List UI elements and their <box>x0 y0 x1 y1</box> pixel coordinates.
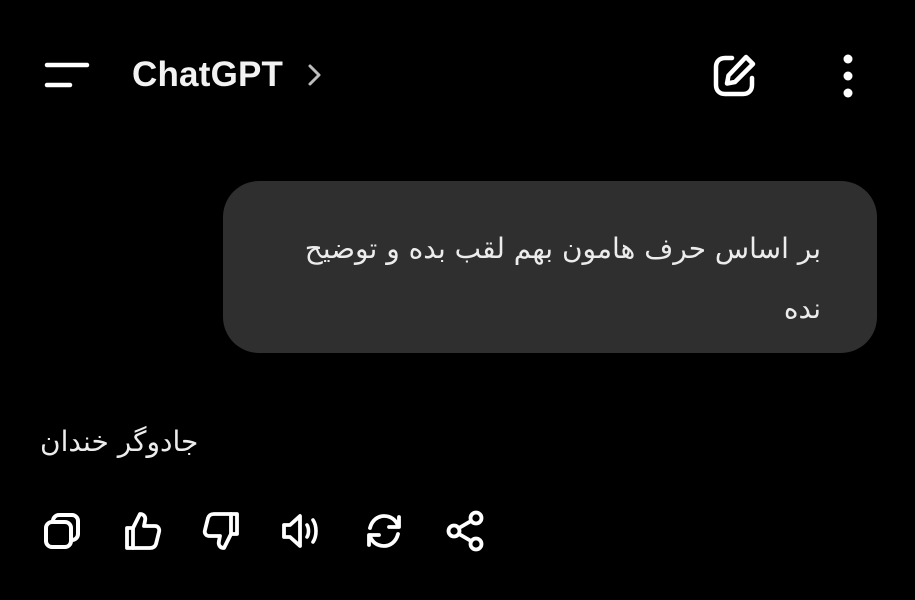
read-aloud-icon <box>282 514 318 548</box>
app-title: ChatGPT <box>132 55 284 94</box>
copy-button[interactable] <box>38 505 86 557</box>
user-message-text: بر اساس حرف هامون بهم لقب بده و توضیح ند… <box>304 232 821 325</box>
user-message-bubble: بر اساس حرف هامون بهم لقب بده و توضیح ند… <box>223 181 877 353</box>
assistant-message: جادوگر خندان <box>40 412 640 472</box>
regenerate-icon <box>367 514 401 548</box>
thumbs-down-button[interactable] <box>198 505 246 557</box>
read-aloud-button[interactable] <box>278 505 326 557</box>
assistant-message-text: جادوگر خندان <box>40 425 199 458</box>
new-chat-edit-icon <box>713 54 756 97</box>
chevron-right-icon <box>308 64 321 86</box>
share-button[interactable] <box>441 505 489 557</box>
share-icon <box>446 510 484 552</box>
copy-icon <box>44 513 80 549</box>
top-bar: ChatGPT <box>0 0 915 150</box>
model-selector[interactable]: ChatGPT <box>132 52 325 98</box>
regenerate-button[interactable] <box>360 505 408 557</box>
menu-button[interactable] <box>40 55 92 95</box>
chat-screen: ChatGPT بر اساس حرف هامون بهم لقب بده و … <box>0 0 915 600</box>
thumbs-up-button[interactable] <box>118 505 166 557</box>
more-vertical-icon <box>843 54 853 98</box>
new-chat-button[interactable] <box>708 50 760 102</box>
hamburger-menu-icon <box>44 62 90 88</box>
more-options-button[interactable] <box>828 50 868 102</box>
thumbs-up-icon <box>125 512 162 550</box>
thumbs-down-icon <box>202 512 239 550</box>
